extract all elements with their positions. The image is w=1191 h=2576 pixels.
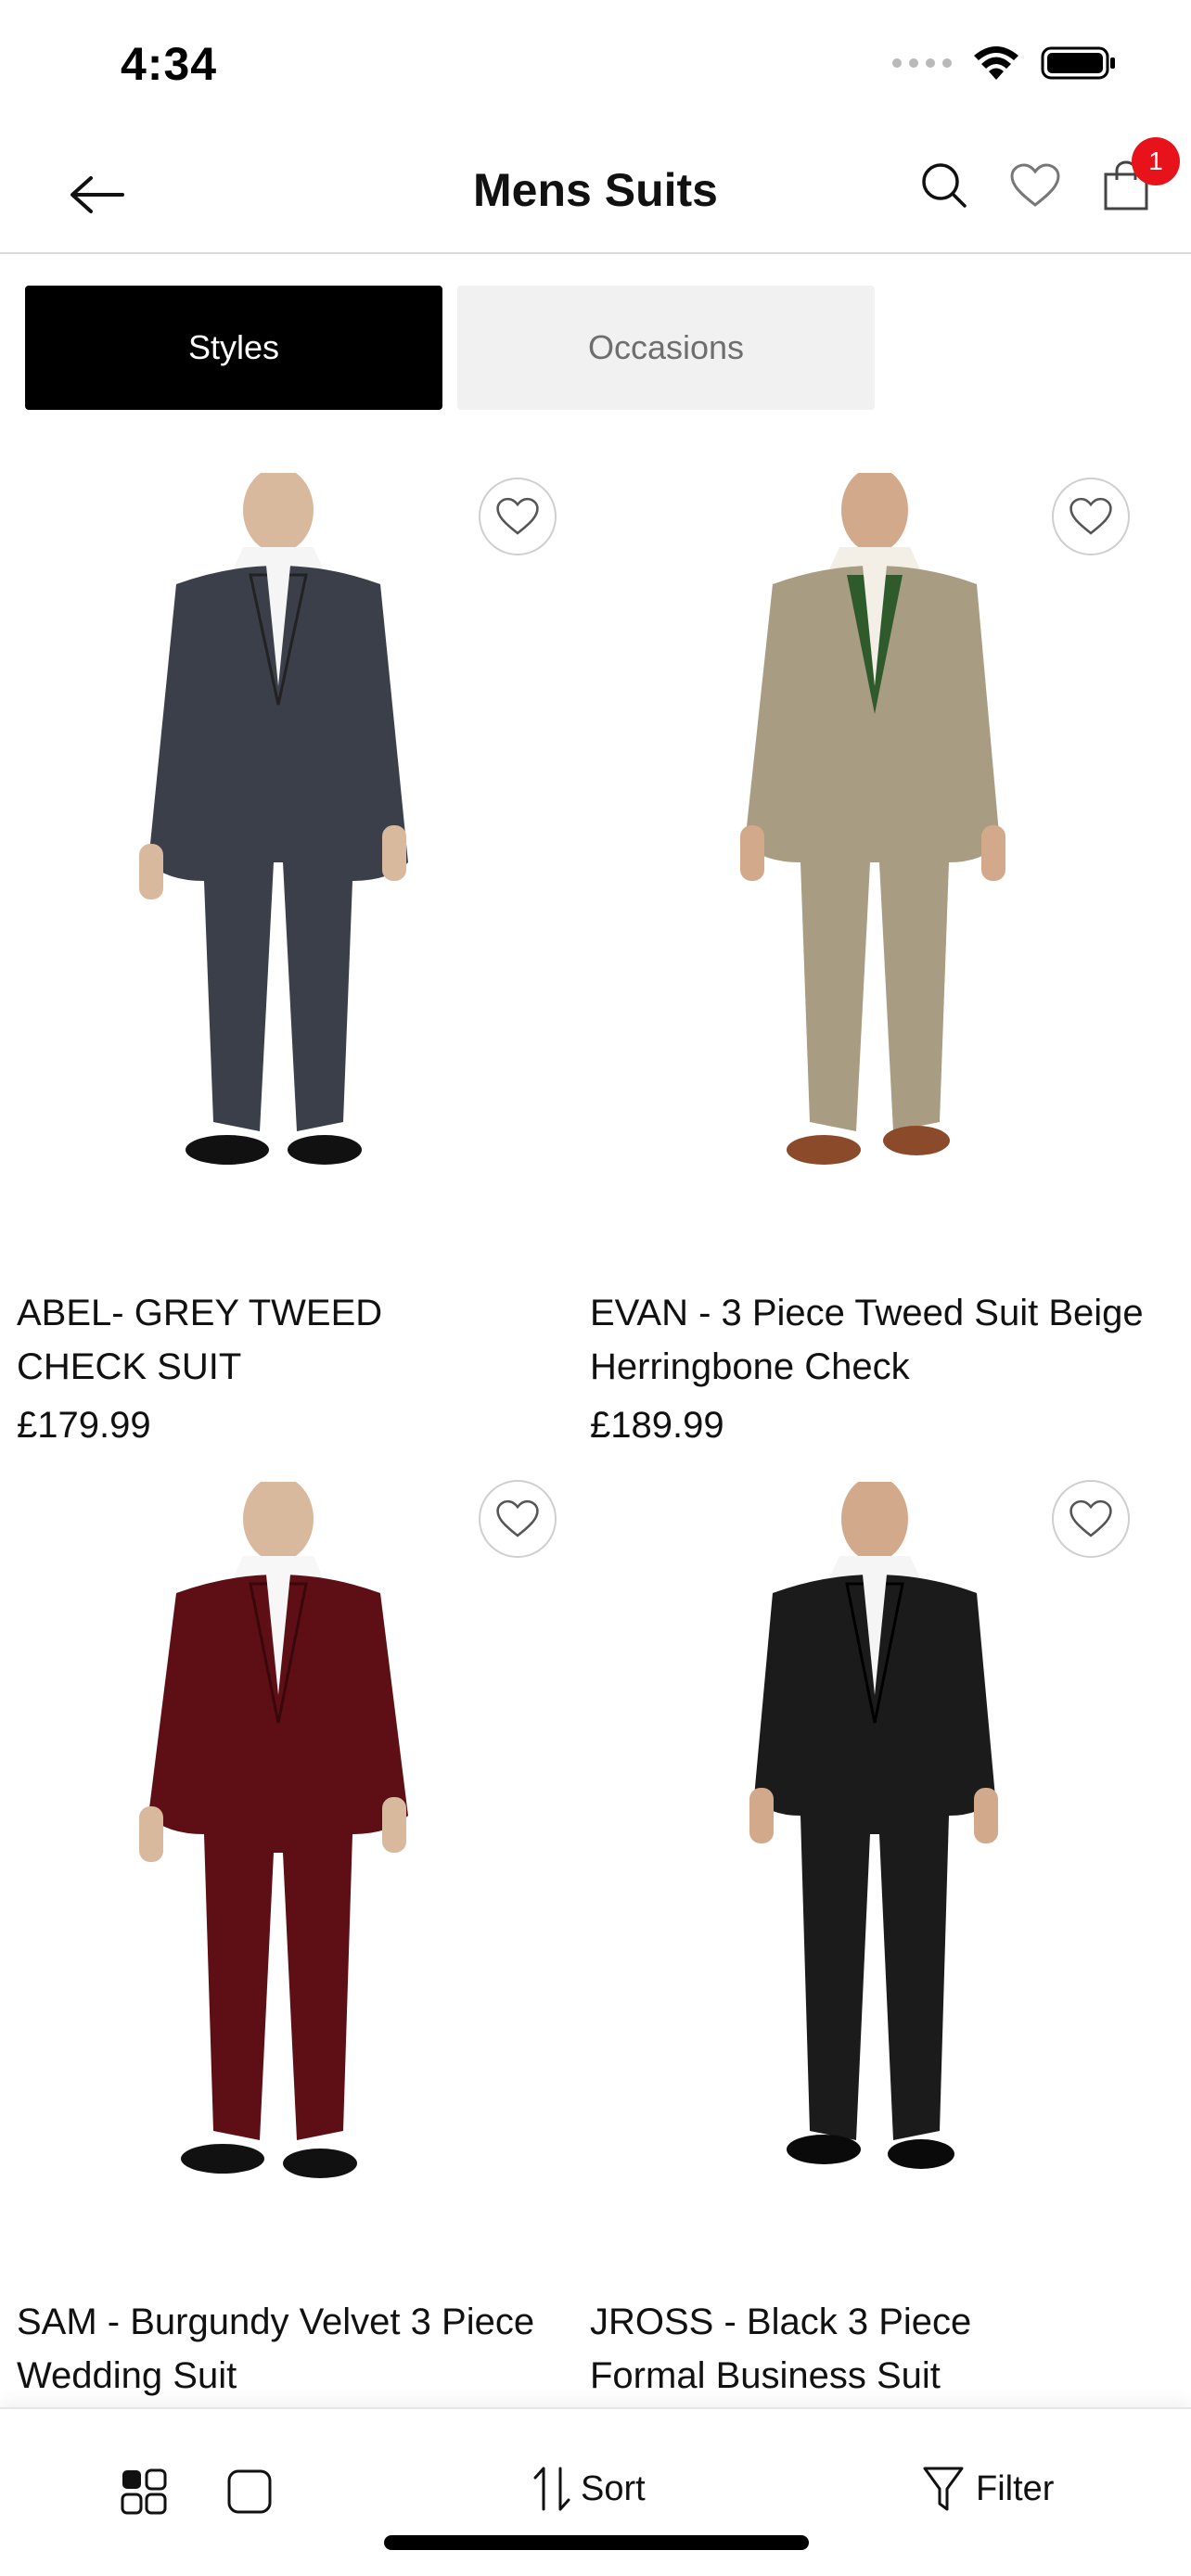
- filter-button[interactable]: Filter: [922, 2465, 1054, 2513]
- suit-model-image: [139, 467, 408, 1165]
- product-image[interactable]: [573, 1476, 1146, 2242]
- suit-model-image: [139, 1476, 408, 2178]
- single-view-icon: [227, 2469, 272, 2514]
- app-header: Mens Suits 1: [0, 130, 1191, 254]
- favorite-button[interactable]: [479, 478, 557, 555]
- tab-styles[interactable]: Styles: [25, 286, 442, 410]
- sort-label: Sort: [581, 2468, 646, 2508]
- favorite-button[interactable]: [1052, 478, 1130, 555]
- product-name[interactable]: SAM - Burgundy Velvet 3 Piece Wedding Su…: [17, 2295, 573, 2403]
- product-price: £189.99: [590, 1405, 724, 1446]
- product-name[interactable]: JROSS - Black 3 Piece Formal Business Su…: [590, 2295, 1072, 2403]
- suit-model-image: [740, 467, 1005, 1165]
- product-card[interactable]: EVAN - 3 Piece Tweed Suit Beige Herringb…: [573, 467, 1146, 1465]
- heart-icon: [1010, 163, 1060, 207]
- sort-icon: [533, 2467, 570, 2511]
- header-actions: 1: [916, 137, 1180, 213]
- product-image[interactable]: [0, 467, 573, 1233]
- product-card[interactable]: JROSS - Black 3 Piece Formal Business Su…: [573, 1476, 1146, 2409]
- battery-icon: [1041, 46, 1115, 80]
- category-tabs: Styles Occasions: [25, 286, 875, 410]
- wishlist-button[interactable]: [1007, 158, 1063, 213]
- favorite-button[interactable]: [479, 1480, 557, 1558]
- product-price: £179.99: [17, 1405, 151, 1446]
- bottom-toolbar: Sort Filter: [0, 2407, 1191, 2576]
- cellular-signal-icon: [892, 58, 952, 68]
- wifi-icon: [974, 46, 1018, 80]
- status-icons: [892, 45, 1117, 82]
- suit-model-image: [749, 1476, 998, 2169]
- filter-icon: [923, 2467, 964, 2511]
- tab-occasions[interactable]: Occasions: [457, 286, 875, 410]
- heart-icon: [496, 497, 539, 535]
- product-name[interactable]: EVAN - 3 Piece Tweed Suit Beige Herringb…: [590, 1286, 1146, 1394]
- product-image[interactable]: [0, 1476, 573, 2242]
- product-name[interactable]: ABEL- GREY TWEED CHECK SUIT: [17, 1286, 499, 1394]
- product-card[interactable]: SAM - Burgundy Velvet 3 Piece Wedding Su…: [0, 1476, 573, 2409]
- cart-count-badge: 1: [1132, 137, 1180, 185]
- product-image[interactable]: [573, 467, 1146, 1233]
- filter-label: Filter: [976, 2468, 1055, 2508]
- heart-icon: [496, 1499, 539, 1537]
- home-indicator: [384, 2535, 809, 2550]
- grid-view-icon: [121, 2468, 167, 2515]
- heart-icon: [1069, 497, 1112, 535]
- single-view-button[interactable]: [226, 2468, 273, 2519]
- heart-icon: [1069, 1499, 1112, 1537]
- product-card[interactable]: ABEL- GREY TWEED CHECK SUIT £179.99: [0, 467, 573, 1465]
- status-bar: 4:34: [0, 0, 1191, 130]
- grid-view-button[interactable]: [121, 2468, 167, 2519]
- favorite-button[interactable]: [1052, 1480, 1130, 1558]
- search-button[interactable]: [916, 158, 972, 213]
- status-time: 4:34: [121, 38, 218, 90]
- search-icon: [922, 163, 967, 208]
- cart-button[interactable]: 1: [1098, 137, 1180, 213]
- sort-button[interactable]: Sort: [532, 2465, 646, 2513]
